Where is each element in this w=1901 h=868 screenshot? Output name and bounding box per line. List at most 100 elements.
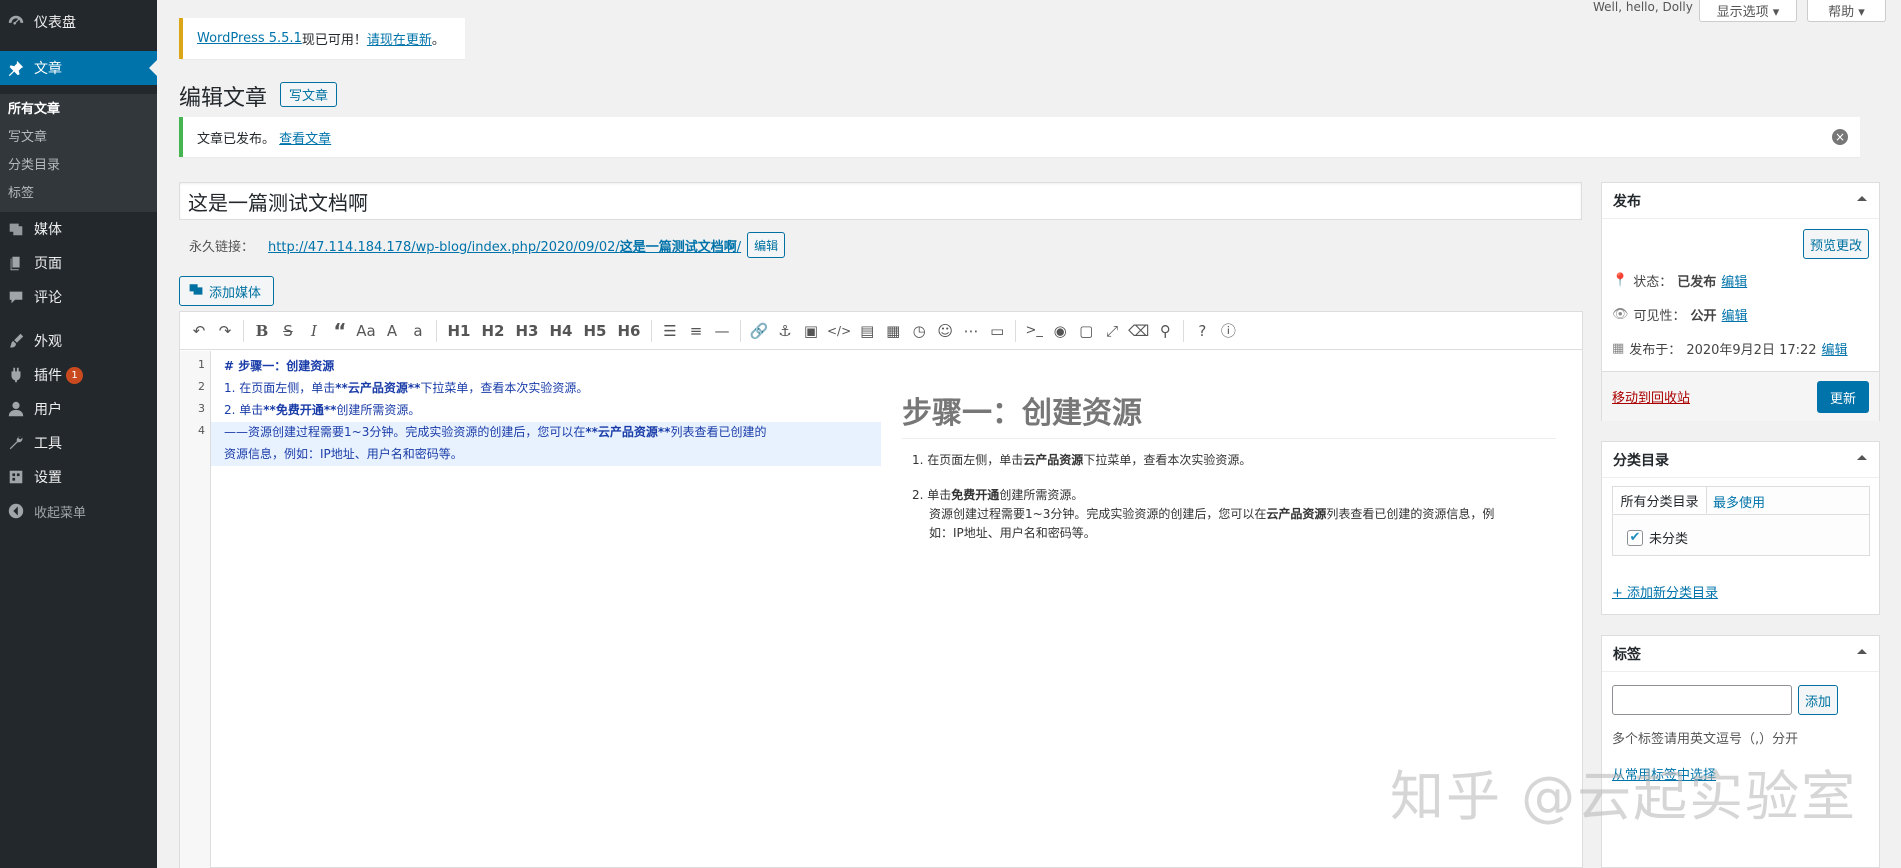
unordered-list-icon[interactable]: ☰ bbox=[657, 316, 683, 346]
permalink-end[interactable]: / bbox=[737, 240, 741, 255]
monitor-icon[interactable]: ▢ bbox=[1073, 316, 1099, 346]
plugins-icon bbox=[7, 366, 25, 384]
link-icon[interactable]: 🔗 bbox=[746, 316, 772, 346]
menu-posts-label: 文章 bbox=[34, 61, 62, 77]
toolbar-separator bbox=[651, 319, 652, 342]
calendar-icon: ▦ bbox=[1612, 341, 1625, 356]
edit-visibility-link[interactable]: 编辑 bbox=[1722, 305, 1748, 324]
search-icon[interactable]: ⚲ bbox=[1152, 316, 1178, 346]
update-now-link[interactable]: 请现在更新 bbox=[367, 29, 432, 48]
add-tag-button[interactable]: 添加 bbox=[1798, 685, 1839, 715]
bold-icon[interactable]: B bbox=[249, 316, 275, 346]
code-block-icon[interactable]: ▤ bbox=[854, 316, 880, 346]
menu-plugins[interactable]: 插件 1 bbox=[0, 358, 157, 392]
category-item: ✔ 未分类 bbox=[1627, 528, 1688, 547]
image-icon[interactable]: ▣ bbox=[798, 316, 824, 346]
fullscreen-icon[interactable]: ⤢ bbox=[1099, 316, 1125, 346]
menu-media[interactable]: 媒体 bbox=[0, 212, 157, 246]
heading-5-icon[interactable]: H5 bbox=[578, 316, 612, 346]
terminal-icon[interactable]: >_ bbox=[1021, 316, 1047, 346]
admin-sidebar: 仪表盘 文章 所有文章 写文章 分类目录 标签 媒体 页面 评论 外观 插件 1… bbox=[0, 0, 157, 868]
lowercase-icon[interactable]: a bbox=[405, 316, 431, 346]
category-label: 未分类 bbox=[1649, 532, 1689, 547]
eraser-icon[interactable]: ⌫ bbox=[1125, 316, 1152, 346]
submenu-categories[interactable]: 分类目录 bbox=[8, 154, 60, 173]
eye-icon[interactable]: ◉ bbox=[1047, 316, 1073, 346]
horizontal-rule-icon[interactable]: — bbox=[709, 316, 735, 346]
checkbox-checked[interactable]: ✔ bbox=[1627, 529, 1643, 546]
toggle-arrow-icon[interactable] bbox=[1857, 455, 1867, 460]
markdown-source[interactable]: # 步骤一：创建资源 1. 在页面左侧，单击**云产品资源**下拉菜单，查看本次… bbox=[211, 351, 881, 868]
menu-posts[interactable]: 文章 bbox=[0, 51, 157, 85]
toggle-arrow-icon[interactable] bbox=[1857, 196, 1867, 201]
code-icon[interactable]: </> bbox=[824, 316, 854, 346]
ordered-list-icon[interactable]: ≡ bbox=[683, 316, 709, 346]
heading-1-icon[interactable]: H1 bbox=[442, 316, 476, 346]
heading-3-icon[interactable]: H3 bbox=[510, 316, 544, 346]
wordpress-version-link[interactable]: WordPress 5.5.1 bbox=[197, 31, 302, 46]
uppercase-icon[interactable]: A bbox=[379, 316, 405, 346]
dismiss-icon[interactable]: × bbox=[1832, 129, 1848, 145]
add-new-post-button[interactable]: 写文章 bbox=[280, 82, 337, 107]
menu-settings[interactable]: 设置 bbox=[0, 460, 157, 494]
submenu-all-posts[interactable]: 所有文章 bbox=[8, 98, 60, 117]
add-new-category-link[interactable]: + 添加新分类目录 bbox=[1612, 582, 1718, 601]
categories-box-header[interactable]: 分类目录 bbox=[1602, 442, 1879, 478]
edit-permalink-button[interactable]: 编辑 bbox=[747, 232, 786, 258]
visibility-label: 可见性： bbox=[1633, 309, 1686, 324]
strikethrough-icon[interactable]: S bbox=[275, 316, 301, 346]
collapse-icon bbox=[7, 502, 25, 520]
menu-dashboard-label: 仪表盘 bbox=[34, 15, 76, 31]
anchor-icon[interactable]: ⚓ bbox=[772, 316, 798, 346]
menu-comments[interactable]: 评论 bbox=[0, 280, 157, 314]
page-break-icon[interactable]: ▭ bbox=[984, 316, 1010, 346]
tags-box-header[interactable]: 标签 bbox=[1602, 636, 1879, 672]
update-button[interactable]: 更新 bbox=[1817, 381, 1869, 413]
clock-icon[interactable]: ◷ bbox=[906, 316, 932, 346]
line-number: 4 bbox=[198, 424, 205, 437]
help-icon[interactable]: ? bbox=[1189, 316, 1215, 346]
more-icon[interactable]: ⋯ bbox=[958, 316, 984, 346]
menu-tools[interactable]: 工具 bbox=[0, 426, 157, 460]
tag-input[interactable] bbox=[1612, 685, 1792, 715]
help-button[interactable]: 帮助 ▾ bbox=[1807, 0, 1886, 22]
submenu-new-post[interactable]: 写文章 bbox=[8, 126, 47, 145]
menu-pages[interactable]: 页面 bbox=[0, 246, 157, 280]
view-post-link[interactable]: 查看文章 bbox=[279, 128, 331, 147]
redo-icon[interactable]: ↷ bbox=[212, 316, 238, 346]
submenu-tags[interactable]: 标签 bbox=[8, 182, 34, 201]
tab-all-categories[interactable]: 所有分类目录 bbox=[1612, 486, 1707, 514]
toggle-arrow-icon[interactable] bbox=[1857, 649, 1867, 654]
menu-users[interactable]: 用户 bbox=[0, 392, 157, 426]
italic-icon[interactable]: I bbox=[301, 316, 327, 346]
permalink-slug[interactable]: 这是一篇测试文档啊 bbox=[620, 240, 737, 255]
paintbrush-icon bbox=[7, 332, 25, 350]
post-title-input[interactable]: 这是一篇测试文档啊 bbox=[179, 182, 1582, 220]
screen-options-button[interactable]: 显示选项 ▾ bbox=[1699, 0, 1797, 22]
edit-status-link[interactable]: 编辑 bbox=[1721, 271, 1747, 290]
edit-date-link[interactable]: 编辑 bbox=[1822, 339, 1848, 358]
collapse-menu[interactable]: 收起菜单 bbox=[0, 494, 157, 528]
published-date-row: ▦ 发布于： 2020年9月2日 17:22 编辑 bbox=[1612, 339, 1848, 358]
heading-6-icon[interactable]: H6 bbox=[612, 316, 646, 346]
add-media-button[interactable]: 添加媒体 bbox=[179, 276, 274, 306]
tab-most-used[interactable]: 最多使用 bbox=[1713, 492, 1765, 511]
move-to-trash-link[interactable]: 移动到回收站 bbox=[1612, 387, 1690, 406]
preview-changes-button[interactable]: 预览更改 bbox=[1802, 229, 1869, 259]
undo-icon[interactable]: ↶ bbox=[186, 316, 212, 346]
categories-box-title: 分类目录 bbox=[1613, 452, 1669, 469]
heading-4-icon[interactable]: H4 bbox=[544, 316, 578, 346]
info-icon[interactable]: ⓘ bbox=[1215, 316, 1241, 346]
menu-dashboard[interactable]: 仪表盘 bbox=[0, 5, 157, 39]
heading-2-icon[interactable]: H2 bbox=[476, 316, 510, 346]
emoji-icon[interactable]: ☺ bbox=[932, 316, 958, 346]
menu-appearance[interactable]: 外观 bbox=[0, 324, 157, 358]
dashboard-icon bbox=[7, 13, 25, 31]
preview-text: 单击 bbox=[927, 488, 952, 502]
permalink-base-link[interactable]: http://47.114.184.178/wp-blog/index.php/… bbox=[268, 240, 620, 255]
publish-box-header[interactable]: 发布 bbox=[1602, 183, 1879, 219]
code-line-3: 2. 单击**免费开通**创建所需资源。 bbox=[224, 401, 420, 418]
quote-icon[interactable]: “ bbox=[327, 316, 353, 346]
table-icon[interactable]: ▦ bbox=[880, 316, 906, 346]
font-size-icon[interactable]: Aa bbox=[353, 316, 379, 346]
